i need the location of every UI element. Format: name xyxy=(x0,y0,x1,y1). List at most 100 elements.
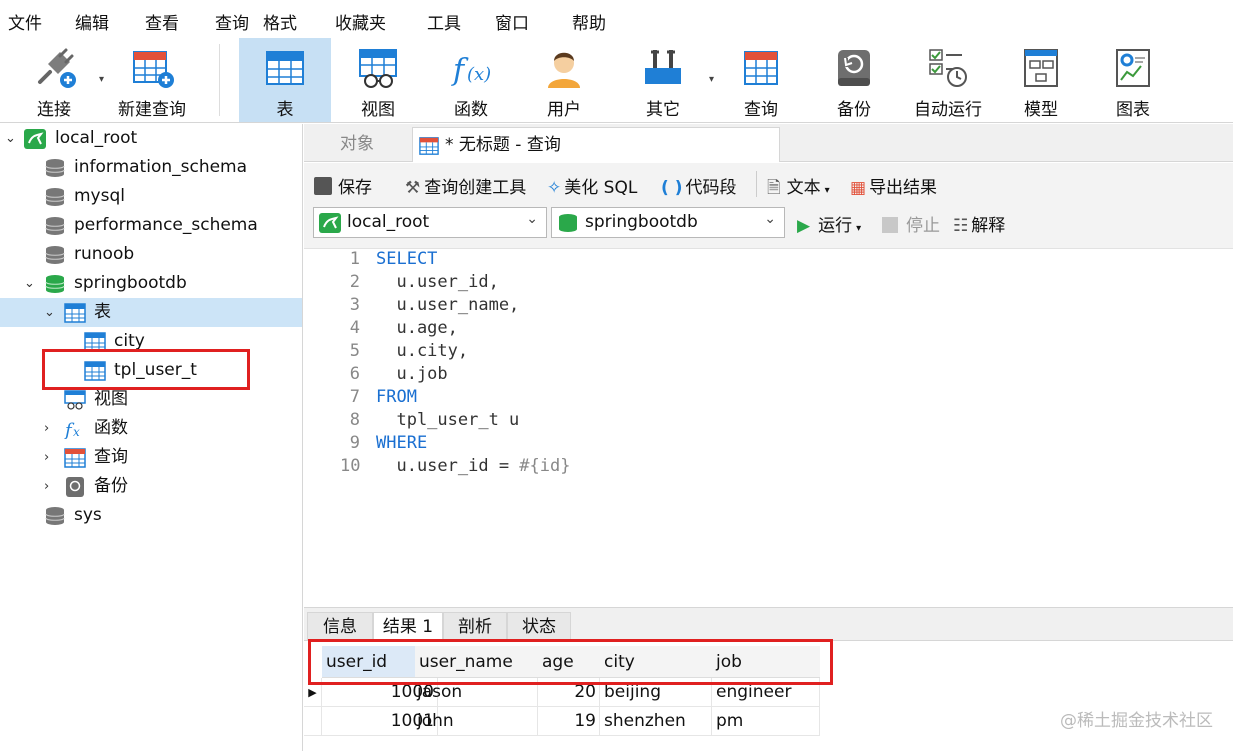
text-mode-button[interactable]: 🗎 文本 ▾ xyxy=(767,173,830,204)
save-button[interactable]: 保存 xyxy=(314,173,372,198)
chevron-down-icon: ⌄ xyxy=(526,211,538,227)
dropdown-arrow-icon: ▾ xyxy=(99,74,105,85)
beautify-sql-button[interactable]: ✧ 美化 SQL xyxy=(547,173,637,198)
code-line: u.user_name, xyxy=(376,295,520,315)
database-select[interactable]: springbootdb ⌄ xyxy=(551,207,785,238)
explain-button[interactable]: ☷ 解释 xyxy=(953,211,1005,236)
code-snippet-button[interactable]: ( ) 代码段 xyxy=(661,173,736,198)
export-results-button[interactable]: ▦ 导出结果 xyxy=(850,173,937,198)
chart-tool-label: 图表 xyxy=(1116,100,1150,120)
editor-tab-bar: 对象 * 无标题 - 查询 xyxy=(304,124,1233,162)
function-tool-label: 函数 xyxy=(454,100,488,120)
chevron-right-icon[interactable]: › xyxy=(44,414,58,443)
tree-database-runoob[interactable]: runoob xyxy=(0,240,303,269)
code-line-keyword: FROM xyxy=(376,387,417,407)
tree-database-mysql[interactable]: mysql xyxy=(0,182,303,211)
database-active-icon xyxy=(45,275,65,293)
menu-tools[interactable]: 工具 xyxy=(427,9,461,34)
tree-queries-group[interactable]: › 查询 xyxy=(0,443,303,472)
table-tool-button[interactable]: 表 xyxy=(239,38,331,122)
line-number: 4 xyxy=(349,318,360,338)
menu-edit[interactable]: 编辑 xyxy=(75,9,109,34)
tree-database-springbootdb[interactable]: ⌄ springbootdb xyxy=(0,269,303,298)
tree-database-label: information_schema xyxy=(74,157,248,177)
backup-icon xyxy=(838,50,870,86)
table-icon xyxy=(64,303,86,323)
tree-tables-group[interactable]: ⌄ 表 xyxy=(0,298,302,327)
toolbar-separator xyxy=(756,171,757,197)
menu-format[interactable]: 格式 xyxy=(263,9,297,34)
tree-database-information-schema[interactable]: information_schema xyxy=(0,153,303,182)
tab-profile[interactable]: 剖析 xyxy=(443,612,507,642)
other-dropdown-button[interactable]: ▾ xyxy=(704,38,714,122)
tab-status[interactable]: 状态 xyxy=(507,612,571,642)
code-placeholder: #{id} xyxy=(519,456,571,476)
function-tool-button[interactable]: f (x) 函数 xyxy=(425,38,517,122)
tab-result-1[interactable]: 结果 1 xyxy=(373,612,443,642)
menu-query[interactable]: 查询 xyxy=(215,9,249,34)
sql-editor[interactable]: 1 2 3 4 5 6 7 8 9 10 SELECT u.user_id, u… xyxy=(304,249,1233,607)
tab-object[interactable]: 对象 xyxy=(304,127,410,162)
chevron-down-icon[interactable]: ⌄ xyxy=(24,269,38,298)
table-tool-label: 表 xyxy=(276,100,294,120)
line-number: 1 xyxy=(349,249,360,269)
chevron-down-icon[interactable]: ⌄ xyxy=(44,298,58,327)
new-query-icon xyxy=(133,51,174,88)
tree-functions-group[interactable]: › fx 函数 xyxy=(0,414,303,443)
tab-untitled-query-label: * 无标题 - 查询 xyxy=(445,135,561,155)
menu-file[interactable]: 文件 xyxy=(8,9,42,34)
menu-window[interactable]: 窗口 xyxy=(495,9,529,34)
connect-dropdown-button[interactable]: ▾ xyxy=(94,38,104,122)
tab-untitled-query[interactable]: * 无标题 - 查询 xyxy=(412,127,780,162)
view-tool-button[interactable]: 视图 xyxy=(333,38,423,122)
chart-icon xyxy=(1116,49,1150,87)
tree-database-performance-schema[interactable]: performance_schema xyxy=(0,211,303,240)
schedule-icon xyxy=(929,49,967,87)
stop-label: 停止 xyxy=(906,216,940,236)
query-tool-label: 查询 xyxy=(744,100,778,120)
highlight-box-columns xyxy=(308,639,833,685)
query-builder-button[interactable]: ⚒ 查询创建工具 xyxy=(405,173,526,198)
backup-tool-button[interactable]: 备份 xyxy=(810,38,898,122)
connect-button[interactable]: 连接 xyxy=(14,38,94,122)
run-button[interactable]: ▶ 运行 ▾ xyxy=(797,211,861,236)
query-icon xyxy=(744,51,778,85)
menu-favorites[interactable]: 收藏夹 xyxy=(335,9,386,34)
tree-queries-label: 查询 xyxy=(94,447,128,467)
user-tool-button[interactable]: 用户 xyxy=(519,38,609,122)
stop-button[interactable]: 停止 xyxy=(882,211,940,236)
function-icon: fx xyxy=(64,420,80,439)
table-cell[interactable]: john xyxy=(415,707,538,736)
other-tool-button[interactable]: 其它 xyxy=(617,38,709,122)
model-tool-button[interactable]: 模型 xyxy=(997,38,1085,122)
connection-select[interactable]: local_root ⌄ xyxy=(313,207,547,238)
chart-tool-button[interactable]: 图表 xyxy=(1089,38,1177,122)
document-icon: 🗎 xyxy=(767,178,781,198)
auto-run-tool-button[interactable]: 自动运行 xyxy=(902,38,994,122)
line-number: 5 xyxy=(349,341,360,361)
tree-connection[interactable]: ⌄ local_root xyxy=(0,124,303,153)
new-query-button[interactable]: 新建查询 xyxy=(110,38,194,122)
row-marker xyxy=(304,707,322,736)
connection-icon xyxy=(24,129,46,149)
tree-backups-group[interactable]: › 备份 xyxy=(0,472,303,501)
table-cell[interactable]: pm xyxy=(712,707,820,736)
menu-view[interactable]: 查看 xyxy=(145,9,179,34)
chevron-right-icon[interactable]: › xyxy=(44,443,58,472)
view-icon xyxy=(359,49,397,88)
backup-tool-label: 备份 xyxy=(837,100,871,120)
table-cell[interactable]: 19 xyxy=(538,707,600,736)
chevron-right-icon[interactable]: › xyxy=(44,472,58,501)
line-number: 6 xyxy=(349,364,360,384)
plug-icon xyxy=(38,48,76,88)
beautify-sql-label: 美化 SQL xyxy=(564,178,638,198)
chevron-down-icon[interactable]: ⌄ xyxy=(5,124,19,153)
code-line: u.age, xyxy=(376,318,458,338)
dropdown-arrow-icon: ▾ xyxy=(824,185,830,196)
table-cell[interactable]: shenzhen xyxy=(600,707,712,736)
tree-database-label: springbootdb xyxy=(74,273,187,293)
tab-info[interactable]: 信息 xyxy=(307,612,373,642)
query-tool-button[interactable]: 查询 xyxy=(717,38,805,122)
tree-database-sys[interactable]: sys xyxy=(0,501,303,530)
menu-help[interactable]: 帮助 xyxy=(572,9,606,34)
